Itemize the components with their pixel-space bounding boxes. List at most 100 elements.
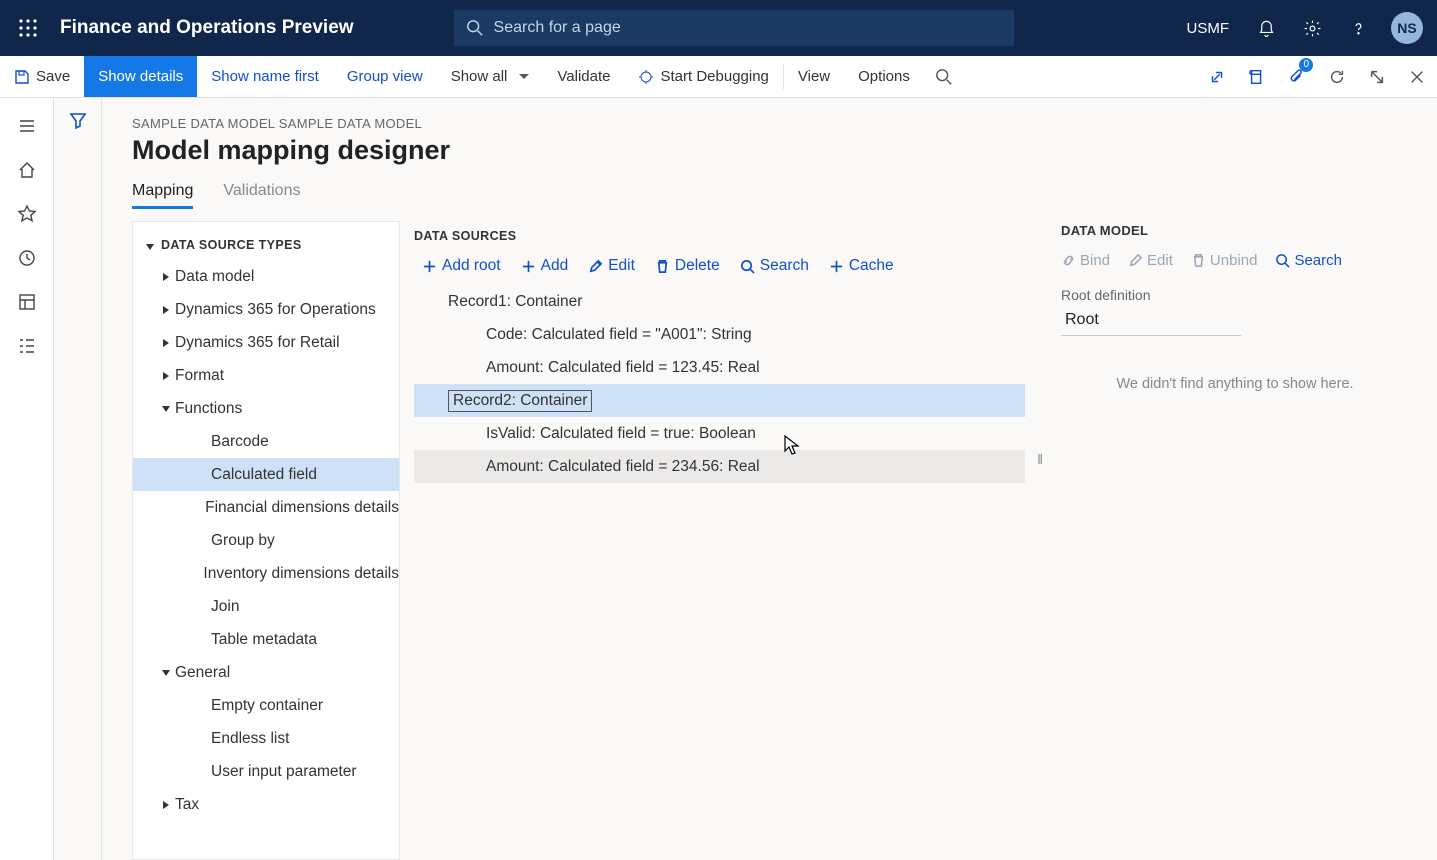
edit-button[interactable]: Edit (588, 257, 635, 275)
page-tabs: Mapping Validations (132, 182, 1409, 209)
caret-right-icon[interactable] (163, 306, 169, 314)
ds-type-item[interactable]: Join (133, 590, 399, 623)
ds-type-item[interactable]: General (133, 656, 399, 689)
edit-dm-button: Edit (1128, 252, 1173, 269)
save-button[interactable]: Save (0, 56, 84, 97)
data-model-panel: DATA MODEL Bind Edit Unbind Search Root … (1049, 221, 1409, 860)
ds-type-item[interactable]: Functions (133, 392, 399, 425)
close-action-icon[interactable] (1397, 56, 1437, 97)
ds-type-label: Financial dimensions details (205, 499, 399, 517)
link-action-icon[interactable] (1197, 56, 1237, 97)
ds-type-item[interactable]: Group by (133, 524, 399, 557)
caret-right-icon[interactable] (163, 339, 169, 347)
ds-tree-item[interactable]: Record1: Container (414, 285, 1025, 318)
ds-type-label: Data model (175, 268, 254, 286)
caret-down-icon[interactable] (162, 406, 170, 412)
modules-icon[interactable] (0, 324, 54, 368)
page-title: Model mapping designer (132, 135, 1409, 166)
data-source-types-panel: DATA SOURCE TYPES Data model Dynamics 365… (132, 221, 400, 860)
ds-type-item[interactable]: Endless list (133, 722, 399, 755)
book-action-icon[interactable] (1237, 56, 1277, 97)
hamburger-icon[interactable] (0, 104, 54, 148)
help-icon[interactable] (1339, 9, 1377, 47)
action-bar: Save Show details Show name first Group … (0, 56, 1437, 98)
root-definition-label: Root definition (1061, 287, 1409, 303)
home-icon[interactable] (0, 148, 54, 192)
caret-right-icon[interactable] (163, 372, 169, 380)
caret-right-icon[interactable] (163, 801, 169, 809)
ds-type-item[interactable]: User input parameter (133, 755, 399, 788)
add-root-button[interactable]: Add root (422, 257, 501, 275)
app-header: Finance and Operations Preview USMF NS (0, 0, 1437, 56)
ds-type-item[interactable]: Tax (133, 788, 399, 821)
ds-type-item[interactable]: Financial dimensions details (133, 491, 399, 524)
ds-type-label: Calculated field (211, 466, 317, 484)
star-icon[interactable] (0, 192, 54, 236)
refresh-action-icon[interactable] (1317, 56, 1357, 97)
ds-type-item[interactable]: Calculated field (133, 458, 399, 491)
filter-icon[interactable] (54, 110, 101, 135)
ds-tree-item[interactable]: Amount: Calculated field = 123.45: Real (414, 351, 1025, 384)
tab-validations[interactable]: Validations (223, 182, 300, 209)
breadcrumb: SAMPLE DATA MODEL SAMPLE DATA MODEL (132, 116, 1409, 131)
ds-tree-item[interactable]: Record2: Container (414, 384, 1025, 417)
data-model-header: DATA MODEL (1061, 223, 1409, 238)
ds-type-label: Dynamics 365 for Operations (175, 301, 376, 319)
ds-tree-label: Amount: Calculated field = 234.56: Real (486, 458, 760, 476)
app-launcher-icon[interactable] (6, 6, 50, 50)
ds-type-item[interactable]: Inventory dimensions details (133, 557, 399, 590)
search-icon (466, 19, 484, 37)
ds-type-item[interactable]: Table metadata (133, 623, 399, 656)
ds-type-label: Functions (175, 400, 242, 418)
start-debugging-button[interactable]: Start Debugging (624, 56, 782, 97)
ds-tree-item[interactable]: IsValid: Calculated field = true: Boolea… (414, 417, 1025, 450)
ds-type-item[interactable]: Empty container (133, 689, 399, 722)
global-search[interactable] (454, 10, 1014, 46)
ds-tree-item[interactable]: Code: Calculated field = "A001": String (414, 318, 1025, 351)
ds-type-label: User input parameter (211, 763, 357, 781)
ds-type-label: Format (175, 367, 224, 385)
clock-icon[interactable] (0, 236, 54, 280)
global-search-input[interactable] (494, 19, 1002, 37)
group-view-button[interactable]: Group view (333, 56, 437, 97)
options-menu[interactable]: Options (844, 56, 924, 97)
data-sources-panel: DATA SOURCES Add root Add Edit Delete Se… (414, 221, 1035, 860)
ds-type-label: Join (211, 598, 239, 616)
caret-down-icon[interactable] (162, 670, 170, 676)
attachment-action-icon[interactable]: 0 (1277, 56, 1317, 97)
show-all-dropdown[interactable]: Show all (437, 56, 544, 97)
ds-type-item[interactable]: Dynamics 365 for Retail (133, 326, 399, 359)
add-button[interactable]: Add (521, 257, 569, 275)
ds-type-label: Endless list (211, 730, 289, 748)
data-source-types-header[interactable]: DATA SOURCE TYPES (133, 230, 399, 260)
search-dm-button[interactable]: Search (1275, 252, 1342, 269)
resize-handle-icon[interactable]: ‖ (1037, 451, 1043, 467)
ds-type-item[interactable]: Barcode (133, 425, 399, 458)
tab-mapping[interactable]: Mapping (132, 182, 193, 209)
search-action-icon[interactable] (924, 56, 964, 97)
delete-button[interactable]: Delete (655, 257, 720, 275)
ds-tree-label: Record2: Container (448, 390, 592, 412)
ds-type-item[interactable]: Format (133, 359, 399, 392)
bell-icon[interactable] (1247, 9, 1285, 47)
user-avatar[interactable]: NS (1391, 12, 1423, 44)
show-name-first-button[interactable]: Show name first (197, 56, 333, 97)
caret-right-icon[interactable] (163, 273, 169, 281)
ds-type-item[interactable]: Data model (133, 260, 399, 293)
workspace-icon[interactable] (0, 280, 54, 324)
ds-type-label: Group by (211, 532, 275, 550)
company-picker[interactable]: USMF (1177, 20, 1240, 37)
ds-type-item[interactable]: Dynamics 365 for Operations (133, 293, 399, 326)
unbind-button: Unbind (1191, 252, 1258, 269)
popout-action-icon[interactable] (1357, 56, 1397, 97)
search-ds-button[interactable]: Search (740, 257, 809, 275)
gear-icon[interactable] (1293, 9, 1331, 47)
root-definition-value[interactable]: Root (1061, 307, 1241, 336)
view-menu[interactable]: View (784, 56, 844, 97)
cache-button[interactable]: Cache (829, 257, 894, 275)
show-details-button[interactable]: Show details (84, 56, 197, 97)
nav-rail (0, 98, 54, 860)
validate-button[interactable]: Validate (543, 56, 624, 97)
ds-tree-item[interactable]: Amount: Calculated field = 234.56: Real (414, 450, 1025, 483)
data-sources-header: DATA SOURCES (414, 221, 1025, 253)
